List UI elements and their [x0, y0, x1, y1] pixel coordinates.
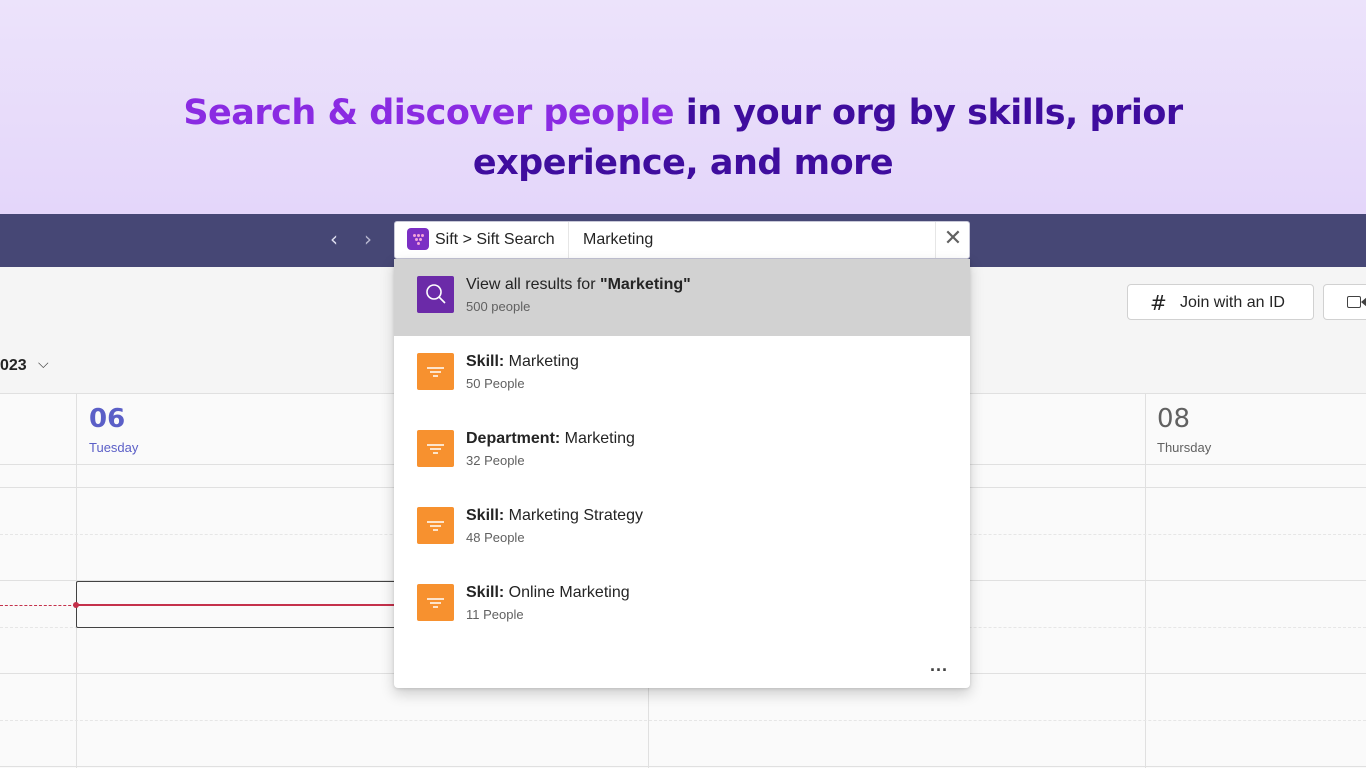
- filter-icon: [417, 353, 454, 390]
- close-icon: ✕: [943, 226, 963, 251]
- suggestion-count: 50 People: [466, 376, 525, 391]
- sift-app-icon: [407, 228, 429, 250]
- join-with-id-label: Join with an ID: [1180, 294, 1285, 311]
- search-input[interactable]: [583, 229, 923, 251]
- search-icon: [417, 276, 454, 313]
- filter-icon: [417, 507, 454, 544]
- chevron-down-icon[interactable]: ⌵: [38, 356, 49, 372]
- filter-icon: [417, 430, 454, 467]
- suggestion-count: 11 People: [466, 607, 524, 622]
- search-scope-breadcrumb[interactable]: Sift > Sift Search: [435, 231, 555, 249]
- current-time-dot: [73, 602, 79, 608]
- search-box[interactable]: Sift > Sift Search ✕: [394, 221, 970, 259]
- suggestion-item[interactable]: Department: Marketing 32 People: [394, 413, 970, 490]
- join-with-id-button[interactable]: # Join with an ID: [1127, 284, 1314, 320]
- hero-title-accent: Search & discover people: [183, 93, 675, 133]
- forward-button[interactable]: ›: [358, 226, 378, 252]
- view-all-label: View all results for "Marketing": [466, 276, 691, 293]
- more-options-icon[interactable]: ...: [930, 655, 948, 676]
- result-count: 500 people: [466, 299, 531, 314]
- day-name: Thursday: [1157, 440, 1212, 455]
- suggestion-title: Skill: Marketing: [466, 353, 579, 370]
- grid-line: [1145, 394, 1146, 768]
- video-camera-icon: [1347, 296, 1361, 308]
- suggestion-count: 48 People: [466, 530, 525, 545]
- grid-line: [0, 720, 1366, 721]
- hero-title: Search & discover people in your org by …: [183, 88, 1183, 188]
- chevron-right-icon: ›: [364, 227, 372, 251]
- day-name: Tuesday: [89, 440, 139, 455]
- suggestion-count: 32 People: [466, 453, 525, 468]
- meet-now-button[interactable]: [1323, 284, 1366, 320]
- suggestion-title: Department: Marketing: [466, 430, 635, 447]
- day-number[interactable]: 06: [89, 404, 125, 434]
- grid-line: [0, 766, 1366, 767]
- suggestion-item[interactable]: Skill: Online Marketing 11 People: [394, 567, 970, 644]
- chevron-left-icon: ‹: [330, 227, 338, 251]
- filter-icon: [417, 584, 454, 621]
- suggestion-item[interactable]: Skill: Marketing 50 People: [394, 336, 970, 413]
- hash-icon: #: [1150, 291, 1167, 315]
- clear-search-button[interactable]: ✕: [936, 222, 970, 258]
- suggestion-item[interactable]: Skill: Marketing Strategy 48 People: [394, 490, 970, 567]
- divider: [568, 222, 569, 258]
- day-number[interactable]: 08: [1157, 404, 1190, 434]
- month-label[interactable]: 023: [0, 357, 27, 375]
- search-suggestions-dropdown: View all results for "Marketing" 500 peo…: [394, 259, 970, 688]
- back-button[interactable]: ‹: [324, 226, 344, 252]
- suggestion-title: Skill: Online Marketing: [466, 584, 630, 601]
- view-all-results-item[interactable]: View all results for "Marketing" 500 peo…: [394, 259, 970, 336]
- current-time-line: [77, 604, 397, 606]
- suggestion-title: Skill: Marketing Strategy: [466, 507, 643, 524]
- current-time-indicator: [0, 605, 76, 606]
